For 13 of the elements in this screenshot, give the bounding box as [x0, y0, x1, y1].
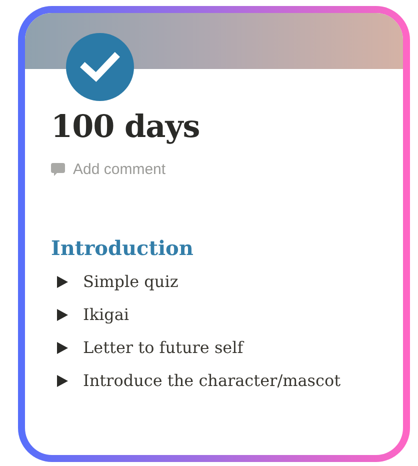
page-title: 100 days: [51, 109, 201, 145]
toggle-label: Ikigai: [83, 305, 130, 324]
toggle-label: Letter to future self: [83, 338, 244, 357]
check-circle-icon: [66, 33, 134, 101]
toggle-triangle-icon[interactable]: [57, 308, 69, 320]
section-heading: Introduction: [51, 236, 194, 260]
toggle-label: Simple quiz: [83, 272, 178, 291]
toggle-label: Introduce the character/mascot: [83, 371, 341, 390]
add-comment-button[interactable]: Add comment: [51, 161, 166, 178]
toggle-triangle-icon[interactable]: [57, 374, 69, 386]
toggle-triangle-icon[interactable]: [57, 342, 69, 354]
comment-icon: [51, 163, 65, 176]
toggle-triangle-icon[interactable]: [57, 276, 69, 288]
